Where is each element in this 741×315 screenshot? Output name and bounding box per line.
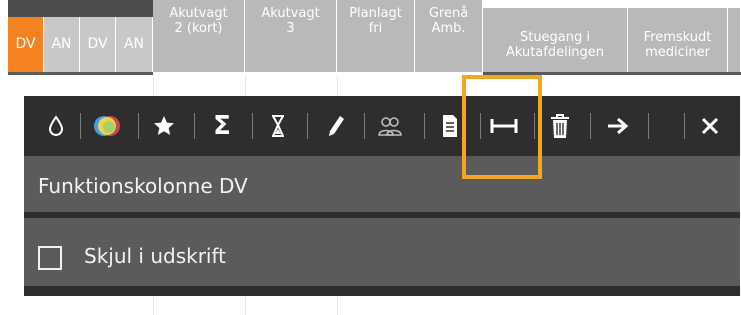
column-code-an[interactable]: AN (44, 17, 80, 72)
column-code-dv[interactable]: DV (8, 17, 44, 72)
toolbar-separator (252, 113, 253, 139)
toolbar-separator (80, 113, 81, 139)
schedule-header: DV AN DV AN Akutvagt 2 (kort) Akutvagt 3… (8, 0, 741, 315)
column-function-popup: Σ Funktionskolonne DV Skjul i udskrift (24, 96, 740, 296)
hide-in-print-label[interactable]: Skjul i udskrift (84, 244, 226, 268)
trash-icon[interactable] (544, 110, 576, 142)
pencil-icon[interactable] (320, 110, 352, 142)
column-header-partial[interactable] (728, 8, 741, 72)
toolbar-separator (138, 113, 139, 139)
color-palette-icon[interactable] (92, 110, 124, 142)
toolbar-separator (307, 113, 308, 139)
hide-in-print-checkbox[interactable] (38, 246, 62, 270)
toolbar-separator (424, 113, 425, 139)
toolbar-separator (364, 113, 365, 139)
header-underline (8, 72, 153, 75)
star-icon[interactable] (148, 110, 180, 142)
drop-icon[interactable] (40, 110, 72, 142)
toolbar-separator (194, 113, 195, 139)
hourglass-icon[interactable] (262, 110, 294, 142)
column-header-stuegang[interactable]: Stuegang i Akutafdelingen (483, 8, 628, 72)
popup-toolbar: Σ (24, 96, 740, 156)
column-function-title: Funktionskolonne DV (38, 174, 248, 198)
column-header-akutvagt-3[interactable]: Akutvagt 3 (245, 0, 337, 72)
column-header-grenaa-amb[interactable]: Grenå Amb. (415, 0, 483, 72)
close-icon[interactable] (694, 110, 726, 142)
sum-icon[interactable]: Σ (206, 110, 238, 142)
column-header-akutvagt-2[interactable]: Akutvagt 2 (kort) (153, 0, 245, 72)
toolbar-separator (684, 113, 685, 139)
header-underline (483, 72, 741, 75)
column-header-label: Akutvagt 2 (kort) (169, 6, 228, 36)
column-width-icon[interactable] (488, 110, 520, 142)
column-header-label: Fremskudt mediciner (643, 30, 712, 60)
toolbar-separator (480, 113, 481, 139)
popup-bottom-border (24, 286, 740, 296)
column-header-label: Akutvagt 3 (261, 6, 320, 36)
column-header-planlagt-fri[interactable]: Planlagt fri (337, 0, 415, 72)
column-code-dv-2[interactable]: DV (80, 17, 116, 72)
arrow-right-icon[interactable] (602, 110, 634, 142)
toolbar-separator (590, 113, 591, 139)
column-header-label: Grenå Amb. (428, 6, 469, 36)
column-title-row: Funktionskolonne DV (24, 156, 740, 218)
toolbar-separator (648, 113, 649, 139)
users-icon[interactable] (374, 110, 406, 142)
toolbar-separator (534, 113, 535, 139)
hide-in-print-row[interactable]: Skjul i udskrift (24, 222, 740, 286)
column-header-fremskudt[interactable]: Fremskudt mediciner (628, 8, 728, 72)
column-header-label: Stuegang i Akutafdelingen (505, 30, 605, 60)
header-top-strip (8, 0, 153, 17)
document-icon[interactable] (434, 110, 466, 142)
column-header-label: Planlagt fri (349, 6, 402, 36)
column-code-an-2[interactable]: AN (116, 17, 153, 72)
